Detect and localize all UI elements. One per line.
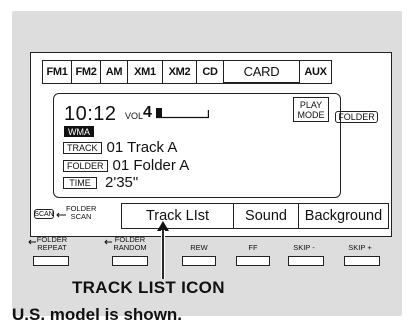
caption: U.S. model is shown. [12, 305, 183, 324]
ff-label: FF [248, 243, 258, 252]
callout-title: TRACK LIST ICON [72, 278, 225, 297]
sound-button[interactable]: Sound [234, 204, 299, 228]
arrow-left-icon [56, 212, 66, 218]
folder-repeat-button[interactable] [33, 256, 69, 266]
skip-minus-label: SKIP - [293, 243, 315, 252]
time-value: 2'35" [105, 174, 139, 191]
ff-button[interactable] [236, 256, 270, 266]
time-row: TIME 2'35" [63, 174, 138, 191]
track-value: 01 Track A [106, 139, 178, 156]
callout-arrow-icon [157, 221, 169, 279]
skip-minus-button[interactable] [288, 256, 324, 266]
track-tag: TRACK [63, 141, 102, 154]
background-button[interactable]: Background [299, 204, 388, 228]
format-badge: WMA [64, 126, 94, 137]
volume-value: 4 [143, 104, 152, 121]
play-mode-line2: MODE [297, 110, 325, 120]
folder-scan-label: FOLDER SCAN [66, 205, 96, 221]
volume-bar-icon [156, 108, 209, 119]
volume-label: VOL [125, 111, 144, 121]
folder-row: FOLDER 01 Folder A [63, 157, 189, 174]
clock: 10:12 [64, 103, 117, 125]
skip-plus-label: SKIP + [348, 243, 372, 252]
track-row: TRACK 01 Track A [63, 139, 177, 156]
folder-tag: FOLDER [63, 159, 108, 172]
skip-plus-button[interactable] [344, 256, 380, 266]
folder-scan-line2: SCAN [70, 212, 92, 221]
rew-label: REW [190, 243, 208, 252]
folder-repeat-label: FOLDER REPEAT [35, 236, 69, 252]
folder-button[interactable]: FOLDER [335, 111, 378, 123]
tab-cd[interactable]: CD [196, 60, 223, 84]
tab-am[interactable]: AM [100, 60, 127, 84]
rew-button[interactable] [182, 256, 216, 266]
tab-card[interactable]: CARD [223, 60, 299, 84]
time-tag: TIME [63, 176, 97, 189]
scan-button[interactable]: SCAN [34, 209, 54, 219]
source-tab-bar: FM1 FM2 AM XM1 XM2 CD CARD AUX [42, 60, 332, 84]
track-list-button[interactable]: Track LIst [122, 204, 234, 228]
folder-random-line2: RANDOM [113, 243, 147, 252]
folder-random-button[interactable] [112, 256, 148, 266]
folder-repeat-line2: REPEAT [37, 243, 67, 252]
tab-xm1[interactable]: XM1 [127, 60, 162, 84]
tab-fm2[interactable]: FM2 [71, 60, 100, 84]
tab-aux[interactable]: AUX [299, 60, 332, 84]
tab-xm2[interactable]: XM2 [162, 60, 196, 84]
play-mode-line1: PLAY [299, 100, 323, 110]
folder-random-label: FOLDER RANDOM [111, 236, 149, 252]
folder-value: 01 Folder A [112, 157, 190, 174]
tab-fm1[interactable]: FM1 [42, 60, 71, 84]
play-mode-button[interactable]: PLAY MODE [293, 97, 329, 122]
